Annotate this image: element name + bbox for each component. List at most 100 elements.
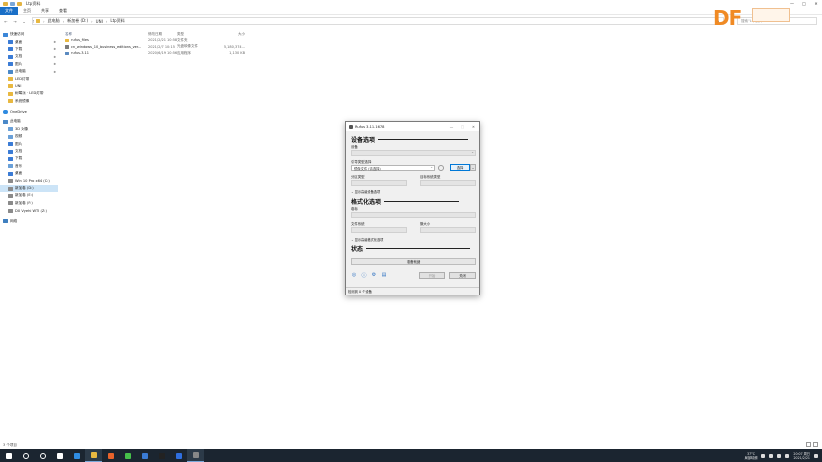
qq-icon[interactable] — [153, 449, 170, 462]
rufus-minimize-button[interactable]: — — [446, 122, 457, 131]
advanced-format-toggle[interactable]: ⌄ 显示高级格式化选项 — [351, 237, 383, 242]
file-date: 2020/6/19 10:56 — [148, 51, 178, 56]
file-name-cell: rufus-3.11 — [62, 51, 148, 55]
breadcrumb-drive-d[interactable]: 新加卷 (D:) — [67, 18, 88, 24]
sidebar-item[interactable]: Win 10 Pro x64 (C:) — [0, 177, 58, 184]
firefox-icon[interactable] — [102, 449, 119, 462]
sidebar-item[interactable]: 视频 — [0, 133, 58, 140]
sidebar-item[interactable]: LED灯带 — [0, 75, 58, 82]
close-button[interactable]: ✕ — [810, 0, 822, 7]
back-arrow-icon[interactable]: ← — [3, 18, 9, 24]
maximize-button[interactable]: □ — [798, 0, 810, 7]
select-dropdown-button[interactable]: ⌄ — [470, 164, 476, 171]
close-dialog-button[interactable]: 关闭 — [449, 272, 476, 279]
sidebar-item[interactable]: 此电脑 — [0, 118, 58, 125]
sidebar-item[interactable]: 下载 — [0, 155, 58, 162]
tab-view[interactable]: 查看 — [54, 7, 72, 15]
clock[interactable]: 20:07 周日 2021/2/21 — [793, 452, 810, 460]
cortana-icon[interactable] — [34, 449, 51, 462]
tab-share[interactable]: 共享 — [36, 7, 54, 15]
breadcrumb-ltp[interactable]: Ltp资料 — [110, 18, 124, 24]
sidebar-item[interactable]: 3D 对象 — [0, 126, 58, 133]
column-header-size[interactable]: 大小 — [215, 32, 245, 37]
sidebar-item[interactable]: 新加卷 (F:) — [0, 200, 58, 207]
sidebar-item[interactable]: 文档 ✱ — [0, 53, 58, 60]
globe-icon[interactable]: ◎ — [351, 272, 357, 278]
large-icons-view-icon[interactable] — [813, 442, 818, 447]
properties-icon[interactable] — [10, 1, 15, 6]
rufus-close-button[interactable]: ✕ — [468, 122, 479, 131]
file-explorer-icon[interactable] — [85, 449, 102, 462]
sidebar-item[interactable]: 新加卷 (D:) — [0, 184, 58, 193]
sidebar-item[interactable]: 新加卷 (E:) — [0, 192, 58, 199]
column-header-name[interactable]: 名称 — [62, 32, 148, 37]
column-header-date[interactable]: 修改日期 — [148, 32, 177, 37]
column-header-type[interactable]: 类型 — [177, 32, 215, 37]
sidebar-item[interactable]: 网络 — [0, 217, 58, 224]
baidu-icon[interactable] — [170, 449, 187, 462]
sidebar-item[interactable]: 此电脑 ✱ — [0, 68, 58, 75]
breadcrumb-this-pc[interactable]: 此电脑 — [48, 18, 60, 24]
folder-icon[interactable] — [3, 1, 8, 6]
boot-selection-select[interactable]: 镜像文件 (请选择) — [351, 165, 435, 171]
volume-label-input[interactable] — [351, 212, 476, 218]
device-select[interactable] — [351, 150, 476, 156]
drive-icon — [8, 186, 13, 191]
wechat-icon[interactable] — [119, 449, 136, 462]
tab-home[interactable]: 主页 — [18, 7, 36, 15]
notification-icon[interactable] — [814, 453, 818, 458]
start-button[interactable]: 开始 — [419, 272, 445, 279]
file-system-select[interactable] — [351, 227, 407, 233]
new-folder-icon[interactable] — [17, 1, 22, 6]
sidebar-item[interactable]: 图片 — [0, 140, 58, 147]
input-method-icon[interactable] — [785, 453, 790, 458]
sidebar-item[interactable]: 系统镜像 — [0, 98, 58, 105]
sidebar-item[interactable]: 图片 ✱ — [0, 61, 58, 68]
mail-icon[interactable] — [136, 449, 153, 462]
rufus-maximize-button[interactable]: □ — [457, 122, 468, 131]
file-row[interactable]: rufus-3.11 2020/6/19 10:56 应用程序 1,130 KB — [62, 50, 822, 57]
breadcrumb-uni[interactable]: UNI — [96, 19, 103, 24]
sidebar-item-label: UNI — [15, 84, 22, 89]
file-type: 文件夹 — [177, 37, 188, 42]
log-icon[interactable]: ▤ — [381, 272, 387, 278]
info-icon[interactable]: ⓘ — [361, 272, 367, 279]
windows-start-icon[interactable] — [0, 449, 17, 462]
sidebar-item[interactable]: 树莓派 · LED灯带 — [0, 90, 58, 97]
select-image-button[interactable]: 选择 — [450, 164, 470, 171]
breadcrumb[interactable]: › 此电脑 › 新加卷 (D:) › UNI › Ltp资料 — [32, 17, 724, 25]
sidebar-item[interactable]: 文档 — [0, 148, 58, 155]
rufus-icon[interactable] — [187, 449, 204, 462]
rufus-app-icon — [349, 124, 353, 129]
advanced-drive-toggle[interactable]: ⌄ 显示高级设备选项 — [351, 189, 380, 194]
sidebar-item[interactable]: 桌面 ✱ — [0, 38, 58, 45]
volume-icon[interactable] — [777, 453, 782, 458]
search-icon[interactable] — [17, 449, 34, 462]
cluster-size-select[interactable] — [420, 227, 476, 233]
target-system-select[interactable] — [420, 180, 476, 186]
forward-arrow-icon[interactable]: → — [12, 18, 18, 24]
sidebar-item[interactable]: 音乐 — [0, 163, 58, 170]
tab-file[interactable]: 文件 — [0, 6, 18, 15]
recent-chevron-icon[interactable]: ⌄ — [21, 18, 27, 24]
file-size: 5,180,374... — [223, 44, 245, 49]
details-view-icon[interactable] — [806, 442, 811, 447]
sidebar-item-label: OneDrive — [10, 109, 27, 114]
sidebar-item[interactable]: DX Vyehi WTI (Z:) — [0, 207, 58, 214]
edge-icon[interactable] — [68, 449, 85, 462]
settings-icon[interactable]: ⚙ — [371, 272, 377, 278]
chevron-up-icon[interactable] — [761, 453, 766, 458]
partition-scheme-select[interactable] — [351, 180, 407, 186]
minimize-button[interactable]: — — [786, 0, 798, 7]
network-icon[interactable] — [769, 453, 774, 458]
weather-widget[interactable]: 37°C 局部晴朗 — [745, 452, 758, 460]
verify-check-icon[interactable] — [438, 165, 444, 171]
sidebar-item[interactable]: 下载 ✱ — [0, 46, 58, 53]
sidebar-item[interactable]: OneDrive — [0, 108, 58, 115]
cube-icon — [8, 127, 13, 132]
sidebar-item[interactable]: UNI — [0, 83, 58, 90]
sidebar-item[interactable]: 快速访问 — [0, 31, 58, 38]
task-view-icon[interactable] — [51, 449, 68, 462]
ribbon-tabs: 文件 主页 共享 查看 — [0, 6, 822, 15]
sidebar-item[interactable]: 桌面 — [0, 170, 58, 177]
